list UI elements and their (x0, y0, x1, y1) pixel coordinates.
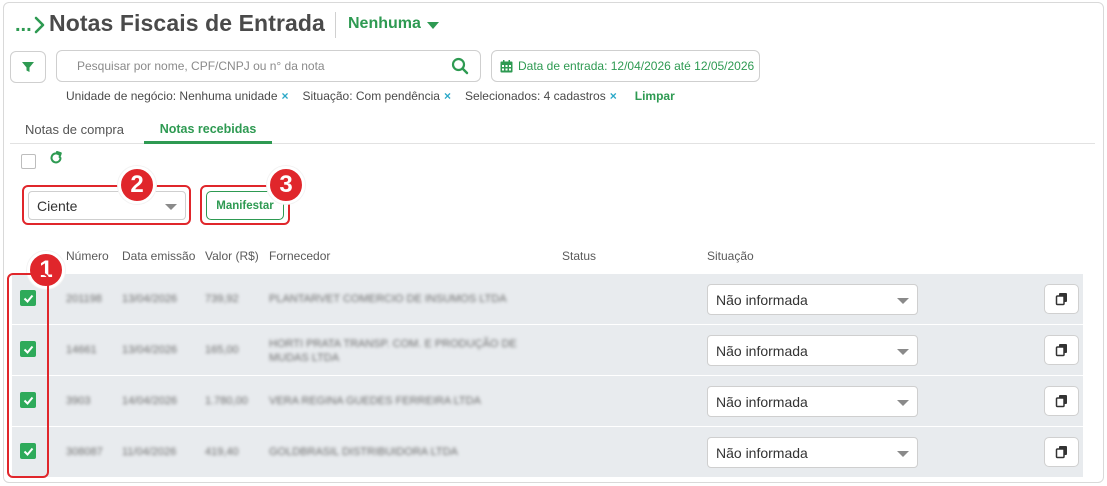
date-filter-label: Data de entrada: 12/04/2026 até 12/05/20… (518, 59, 755, 73)
cell-valor: 419,40 (205, 446, 239, 458)
highlight-box-2: Ciente (22, 185, 191, 225)
cell-data-emissao: 13/04/2026 (122, 293, 178, 305)
close-icon[interactable]: × (444, 89, 451, 103)
tab-notas-recebidas[interactable]: Notas recebidas (144, 122, 272, 144)
column-header-numero: Número (66, 249, 109, 263)
refresh-icon[interactable] (49, 151, 63, 165)
caret-down-icon (897, 451, 909, 457)
chip-label: Selecionados: 4 cadastros (464, 89, 606, 103)
filter-button[interactable] (10, 51, 46, 83)
table-row[interactable]: 14661 13/04/2026 165,00 HORTI PRATA TRAN… (12, 325, 1083, 375)
filter-chip-unidade: Unidade de negócio: Nenhuma unidade × (66, 89, 289, 103)
cell-data-emissao: 14/04/2026 (122, 395, 178, 407)
column-header-situacao: Situação (707, 249, 754, 263)
annotation-badge-3: 3 (267, 166, 305, 204)
chevron-right-icon (34, 16, 45, 34)
select-all-checkbox[interactable] (21, 154, 36, 169)
situacao-select[interactable]: Não informada (707, 284, 918, 315)
caret-down-icon (897, 400, 909, 406)
cell-numero: 201198 (66, 293, 102, 305)
table-row[interactable]: 201198 13/04/2026 739,92 PLANTARVET COME… (12, 274, 1083, 324)
chip-label: Unidade de negócio: Nenhuma unidade (66, 89, 278, 103)
calendar-icon (500, 59, 513, 72)
copy-button[interactable] (1044, 335, 1079, 365)
cell-fornecedor: GOLDBRASIL DISTRIBUIDORA LTDA (269, 446, 458, 458)
situacao-select[interactable]: Não informada (707, 386, 918, 417)
caret-down-icon (165, 204, 177, 210)
search-icon[interactable] (451, 57, 469, 75)
copy-icon (1055, 395, 1067, 408)
cell-valor: 1.780,00 (205, 395, 248, 407)
close-icon[interactable]: × (610, 89, 617, 103)
cell-numero: 14661 (66, 344, 97, 356)
caret-down-icon (426, 21, 439, 29)
cell-fornecedor: VERA REGINA GUEDES FERREIRA LTDA (269, 395, 481, 407)
chip-label: Situação: Com pendência (302, 89, 440, 103)
column-header-status: Status (562, 249, 597, 263)
annotation-badge-2: 2 (118, 166, 156, 204)
search-box (56, 50, 481, 82)
cell-data-emissao: 13/04/2026 (122, 344, 178, 356)
caret-down-icon (897, 349, 909, 355)
close-icon[interactable]: × (282, 89, 289, 103)
date-filter-button[interactable]: Data de entrada: 12/04/2026 até 12/05/20… (491, 50, 760, 82)
header-divider (335, 12, 336, 38)
company-selector[interactable]: Nenhuma (348, 15, 439, 33)
cell-valor: 739,92 (205, 293, 239, 305)
situacao-select[interactable]: Não informada (707, 437, 918, 468)
search-input[interactable] (58, 52, 438, 80)
cell-fornecedor: HORTI PRATA TRANSP. COM. E PRODUÇÃO DE M… (269, 338, 517, 364)
cell-numero: 308087 (66, 446, 103, 458)
situacao-value: Não informada (716, 394, 808, 410)
column-header-fornecedor: Fornecedor (269, 249, 331, 263)
clear-filters-link[interactable]: Limpar (635, 89, 675, 103)
column-header-valor: Valor (R$) (205, 249, 259, 263)
cell-valor: 165,00 (205, 344, 239, 356)
copy-icon (1055, 446, 1067, 459)
cell-data-emissao: 11/04/2026 (122, 446, 177, 458)
tab-bar: Notas de compra Notas recebidas (10, 120, 1095, 144)
column-header-data-emissao: Data emissão (122, 249, 196, 263)
copy-icon (1055, 344, 1067, 357)
table-row[interactable]: 308087 11/04/2026 419,40 GOLDBRASIL DIST… (12, 427, 1083, 477)
copy-button[interactable] (1044, 386, 1079, 416)
manifest-type-value: Ciente (37, 198, 78, 214)
funnel-icon (22, 62, 34, 72)
active-filters: Unidade de negócio: Nenhuma unidade × Si… (66, 89, 675, 103)
cell-fornecedor: PLANTARVET COMERCIO DE INSUMOS LTDA (269, 293, 507, 305)
manifest-type-select[interactable]: Ciente (28, 191, 186, 220)
situacao-value: Não informada (716, 445, 808, 461)
breadcrumb-ellipsis[interactable]: ... (15, 14, 32, 37)
situacao-select[interactable]: Não informada (707, 335, 918, 366)
tab-notas-de-compra[interactable]: Notas de compra (25, 122, 124, 137)
company-selector-label: Nenhuma (348, 15, 421, 32)
copy-icon (1055, 293, 1067, 306)
caret-down-icon (897, 298, 909, 304)
cell-numero: 3903 (66, 395, 91, 407)
filter-chip-situacao: Situação: Com pendência × (303, 89, 451, 103)
filter-chip-selecionados: Selecionados: 4 cadastros × (465, 89, 617, 103)
table-row[interactable]: 3903 14/04/2026 1.780,00 VERA REGINA GUE… (12, 376, 1083, 426)
situacao-value: Não informada (716, 343, 808, 359)
copy-button[interactable] (1044, 437, 1079, 467)
page-title: Notas Fiscais de Entrada (49, 10, 325, 36)
highlight-box-1 (7, 273, 49, 478)
situacao-value: Não informada (716, 292, 808, 308)
copy-button[interactable] (1044, 284, 1079, 314)
